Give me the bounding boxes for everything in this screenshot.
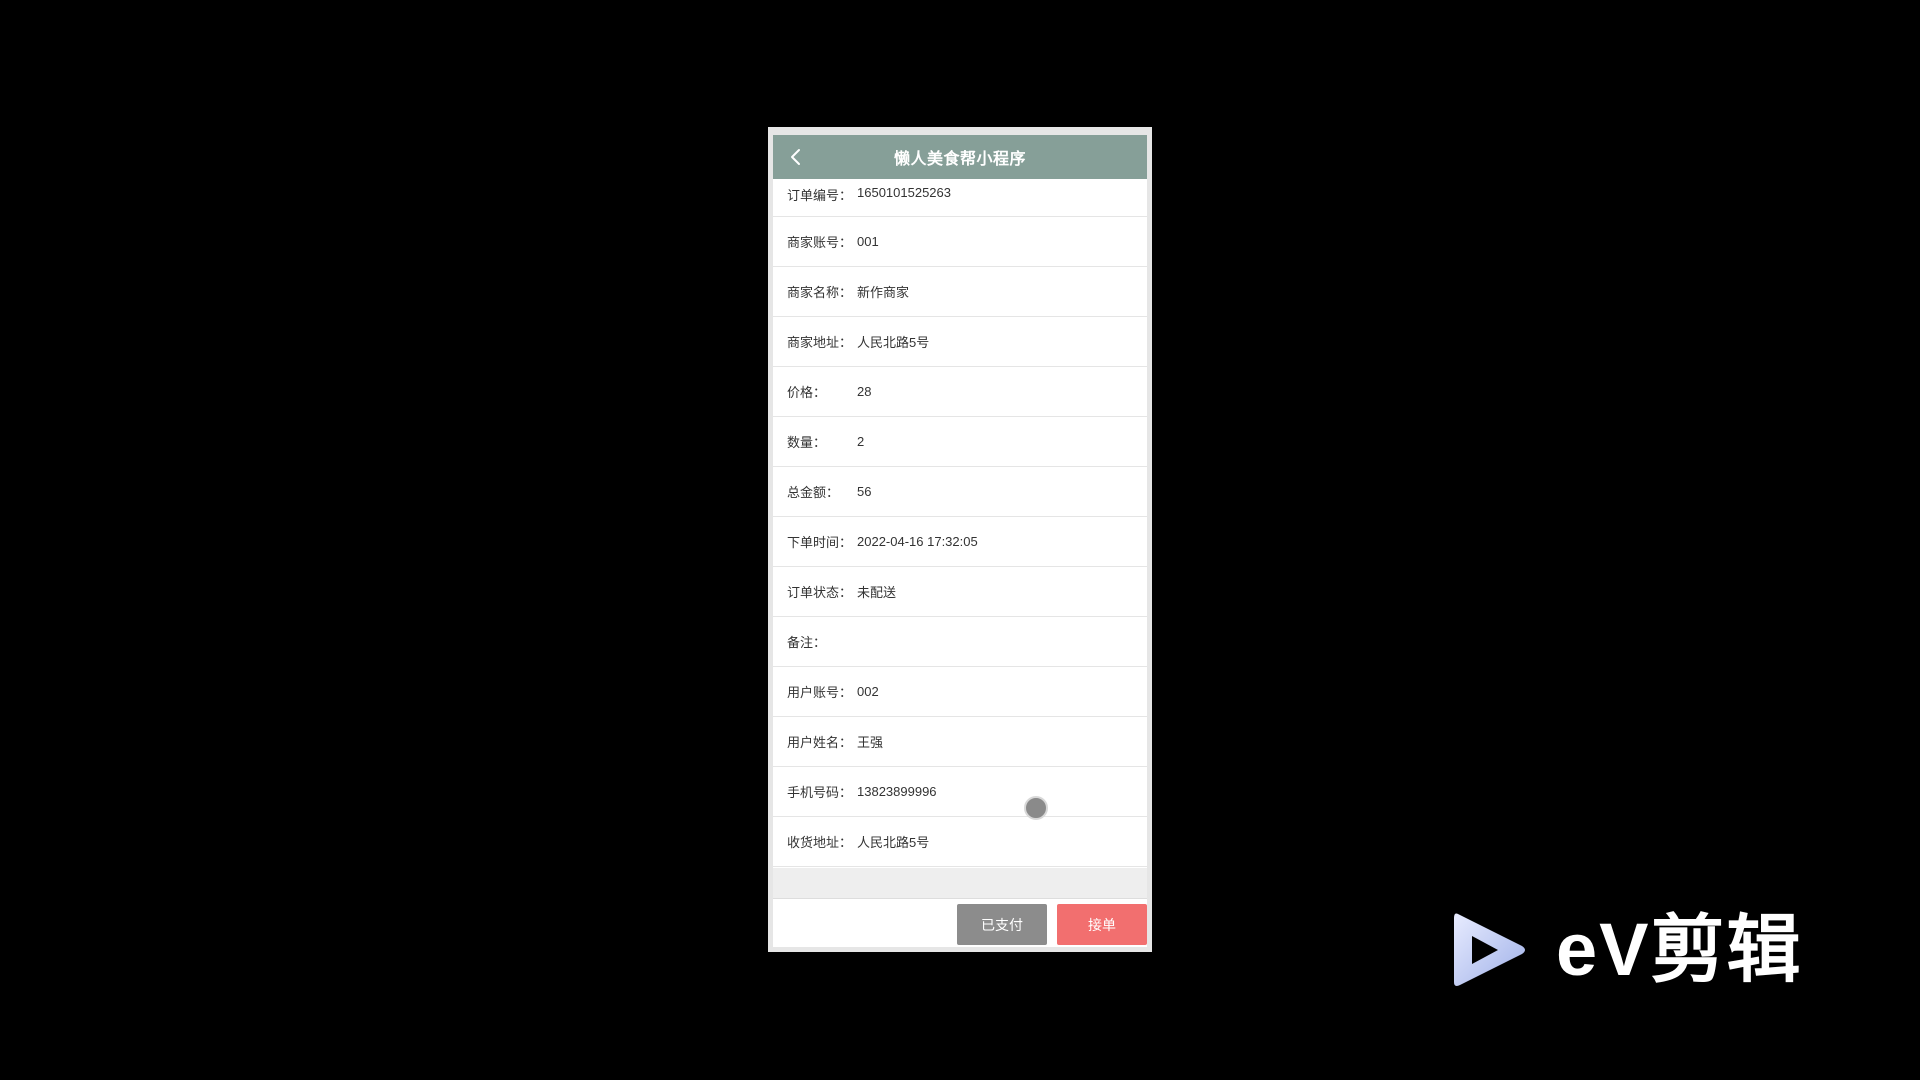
- field-label: 价格：: [787, 385, 827, 400]
- field-label: 商家地址：: [787, 335, 853, 350]
- field-value: 56: [857, 484, 872, 499]
- field-label: 总金额：: [787, 485, 840, 500]
- watermark-text: eV剪辑: [1556, 908, 1803, 991]
- field-value: 新作商家: [857, 285, 910, 300]
- row-user-name: 用户姓名： 王强: [773, 717, 1147, 767]
- order-detail-list: 订单编号： 1650101525263 商家账号： 001 商家名称： 新作商家…: [773, 179, 1147, 868]
- field-label: 下单时间：: [787, 535, 853, 550]
- watermark: eV剪辑: [1450, 905, 1803, 995]
- field-label: 收货地址：: [787, 835, 853, 850]
- field-label: 用户姓名：: [787, 735, 853, 750]
- action-bar: 已支付 接单: [773, 898, 1147, 947]
- field-value: 1650101525263: [857, 185, 951, 200]
- paid-button[interactable]: 已支付: [957, 904, 1047, 945]
- field-label: 订单状态：: [787, 585, 853, 600]
- field-label: 订单编号：: [787, 188, 853, 203]
- nav-bar: 懒人美食帮小程序: [773, 135, 1147, 179]
- field-label: 数量：: [787, 435, 827, 450]
- row-price: 价格： 28: [773, 367, 1147, 417]
- video-stage: 懒人美食帮小程序 订单编号： 1650101525263 商家账号： 001 商…: [0, 0, 1920, 1080]
- touch-cursor: [1024, 796, 1048, 820]
- field-value: 001: [857, 234, 879, 249]
- field-label: 备注：: [787, 635, 827, 650]
- field-value: 人民北路5号: [857, 335, 930, 350]
- row-quantity: 数量： 2: [773, 417, 1147, 467]
- accept-order-button[interactable]: 接单: [1057, 904, 1147, 945]
- row-order-time: 下单时间： 2022-04-16 17:32:05: [773, 517, 1147, 567]
- field-value: 13823899996: [857, 784, 937, 799]
- row-total-amount: 总金额： 56: [773, 467, 1147, 517]
- row-delivery-address: 收货地址： 人民北路5号: [773, 817, 1147, 867]
- field-label: 用户账号：: [787, 685, 853, 700]
- page-title: 懒人美食帮小程序: [893, 151, 1026, 168]
- section-divider: [773, 868, 1147, 898]
- phone-screen: 懒人美食帮小程序 订单编号： 1650101525263 商家账号： 001 商…: [768, 127, 1152, 952]
- field-value: 未配送: [857, 585, 897, 600]
- field-label: 商家账号：: [787, 235, 853, 250]
- back-button[interactable]: [783, 144, 807, 170]
- field-value: 人民北路5号: [857, 835, 930, 850]
- field-value: 2: [857, 434, 865, 449]
- row-merchant-account: 商家账号： 001: [773, 217, 1147, 267]
- field-label: 手机号码：: [787, 785, 853, 800]
- field-value: 2022-04-16 17:32:05: [857, 534, 978, 549]
- row-merchant-name: 商家名称： 新作商家: [773, 267, 1147, 317]
- field-value: 王强: [857, 735, 884, 750]
- row-merchant-address: 商家地址： 人民北路5号: [773, 317, 1147, 367]
- field-value: 002: [857, 684, 879, 699]
- row-phone-number: 手机号码： 13823899996: [773, 767, 1147, 817]
- row-order-status: 订单状态： 未配送: [773, 567, 1147, 617]
- row-user-account: 用户账号： 002: [773, 667, 1147, 717]
- field-value: 28: [857, 384, 872, 399]
- row-order-number: 订单编号： 1650101525263: [773, 179, 1147, 217]
- chevron-left-icon: [791, 149, 800, 165]
- play-logo-icon: [1454, 913, 1525, 986]
- row-remarks: 备注：: [773, 617, 1147, 667]
- field-label: 商家名称：: [787, 285, 853, 300]
